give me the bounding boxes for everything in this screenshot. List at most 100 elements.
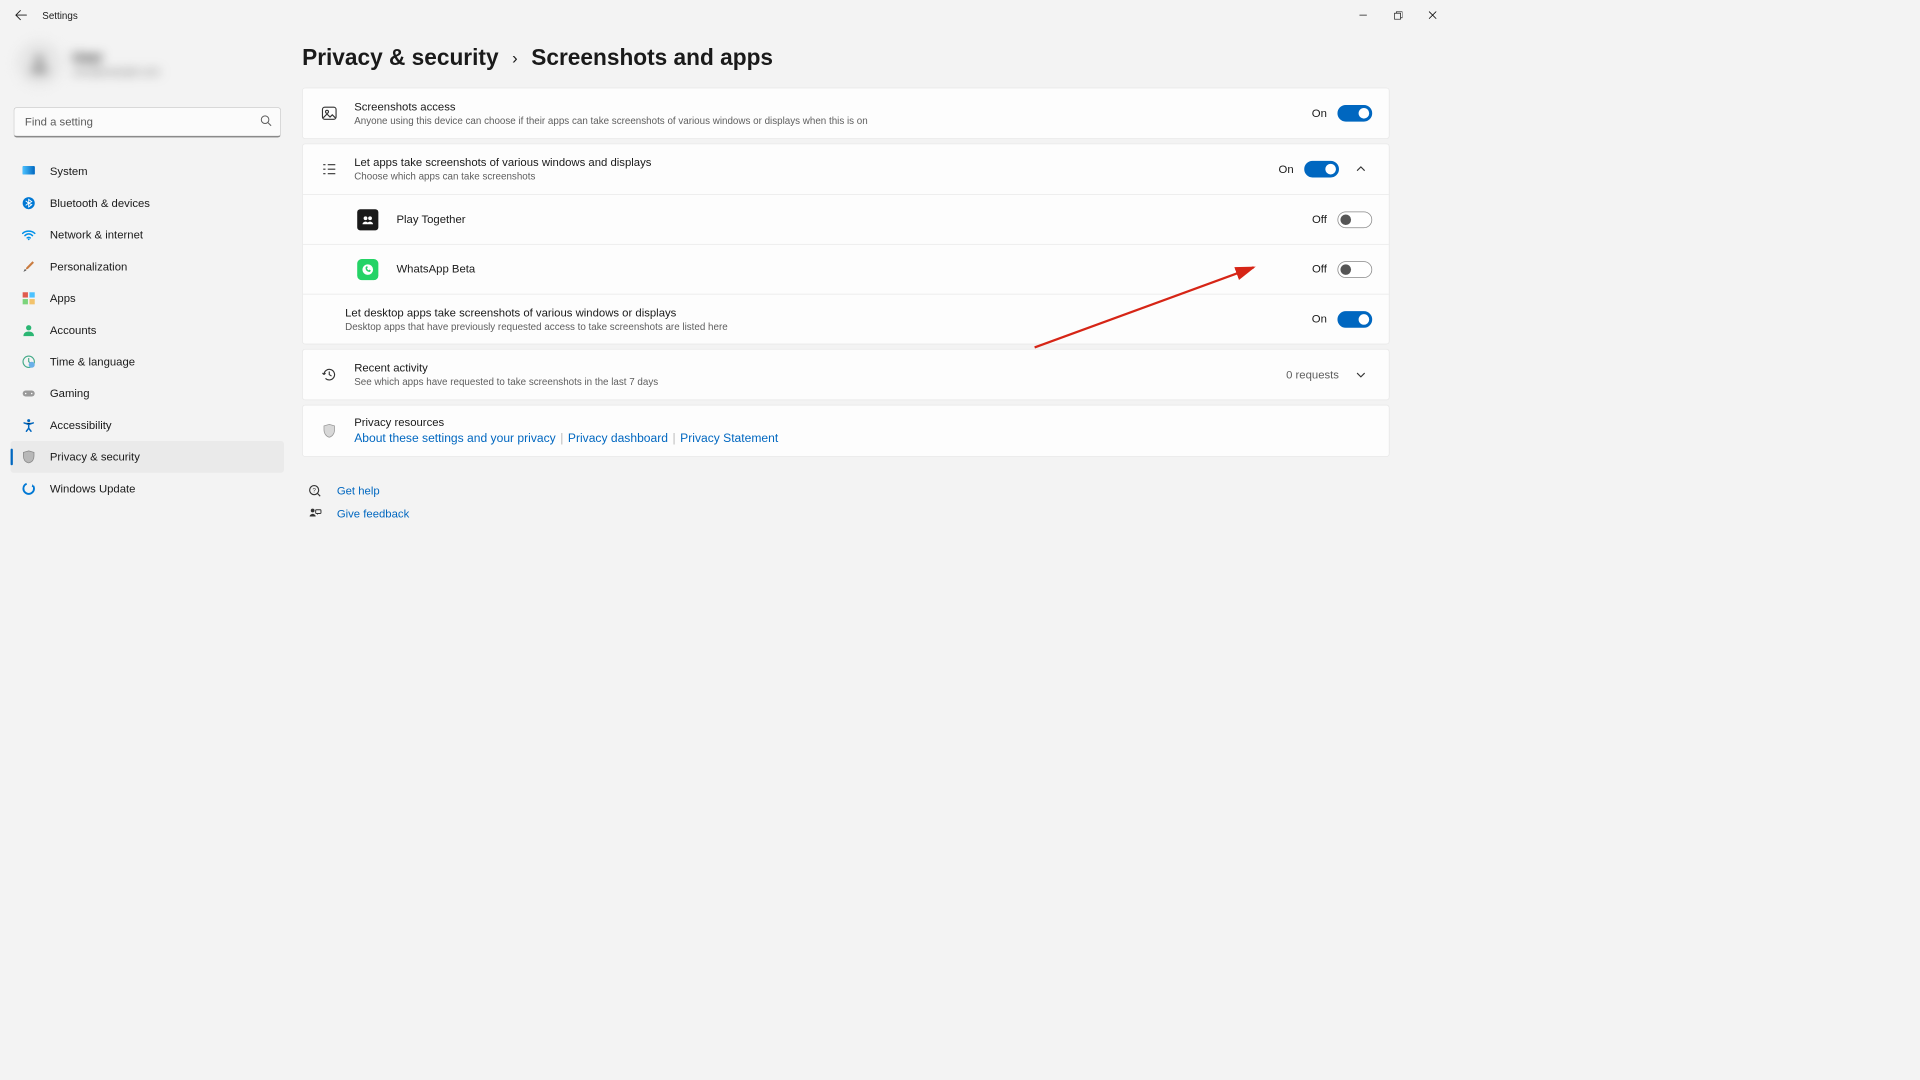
sidebar-item-system[interactable]: System [11, 156, 284, 188]
sidebar-item-label: Accounts [50, 324, 97, 337]
titlebar: Settings [0, 0, 1450, 30]
chevron-right-icon: › [512, 48, 518, 68]
sidebar-item-time-language[interactable]: Time & language [11, 346, 284, 378]
account-header[interactable]: User user@example.com [11, 30, 284, 107]
search-wrap [14, 107, 281, 137]
recent-activity-row[interactable]: Recent activity See which apps have requ… [303, 350, 1389, 400]
toggle-state: Off [1312, 263, 1327, 276]
arrow-left-icon [15, 9, 27, 21]
app-row-play-together: Play Together Off [303, 194, 1389, 244]
sidebar-item-accessibility[interactable]: Accessibility [11, 409, 284, 441]
link-about-settings[interactable]: About these settings and your privacy [354, 432, 556, 445]
play-together-toggle[interactable] [1337, 211, 1372, 228]
row-title: Recent activity [354, 362, 1271, 375]
back-button[interactable] [9, 3, 33, 27]
person-icon [21, 322, 36, 337]
app-icon-play-together [357, 209, 378, 230]
app-name: WhatsApp Beta [396, 263, 1296, 276]
get-help-link[interactable]: ? Get help [302, 480, 1389, 503]
sidebar-item-accounts[interactable]: Accounts [11, 314, 284, 346]
feedback-icon [307, 507, 324, 521]
toggle-state: On [1279, 163, 1294, 176]
chevron-down-icon [1356, 369, 1367, 380]
screenshots-access-toggle[interactable] [1337, 105, 1372, 122]
main-content: Privacy & security › Screenshots and app… [295, 30, 1450, 815]
link-privacy-dashboard[interactable]: Privacy dashboard [568, 432, 668, 445]
row-title: Let apps take screenshots of various win… [354, 156, 1263, 169]
sidebar-item-label: Apps [50, 292, 76, 305]
app-name: Play Together [396, 213, 1296, 226]
sidebar-item-label: Time & language [50, 355, 135, 368]
let-desktop-toggle[interactable] [1337, 311, 1372, 328]
whatsapp-toggle[interactable] [1337, 261, 1372, 278]
sidebar-item-privacy-security[interactable]: Privacy & security [11, 441, 284, 473]
expand-button[interactable] [1350, 363, 1373, 386]
minimize-button[interactable] [1346, 3, 1381, 27]
row-subtitle: Anyone using this device can choose if t… [354, 115, 1296, 126]
breadcrumb-parent[interactable]: Privacy & security [302, 45, 498, 71]
user-icon [26, 51, 52, 77]
shield-icon [21, 449, 36, 464]
paintbrush-icon [21, 259, 36, 274]
card-screenshots-access: Screenshots access Anyone using this dev… [302, 88, 1389, 139]
row-title: Privacy resources [354, 416, 1372, 429]
gamepad-icon [21, 386, 36, 401]
monitor-icon [21, 164, 36, 179]
photo-icon [319, 105, 339, 122]
sidebar-item-label: Accessibility [50, 419, 112, 432]
sidebar-item-label: Windows Update [50, 482, 136, 495]
account-name: User [72, 50, 159, 66]
get-help-label: Get help [337, 484, 380, 497]
close-icon [1429, 11, 1437, 19]
bluetooth-icon [21, 196, 36, 211]
chevron-up-icon [1356, 164, 1367, 175]
history-icon [319, 366, 339, 383]
minimize-icon [1359, 11, 1367, 19]
expand-button[interactable] [1350, 158, 1373, 181]
row-subtitle: Choose which apps can take screenshots [354, 171, 1263, 182]
give-feedback-link[interactable]: Give feedback [302, 502, 1389, 525]
shield-outline-icon [319, 423, 339, 440]
wifi-icon [21, 227, 36, 242]
app-row-whatsapp: WhatsApp Beta Off [303, 244, 1389, 294]
toggle-state: On [1312, 107, 1327, 120]
card-let-apps: Let apps take screenshots of various win… [302, 143, 1389, 344]
sidebar-item-bluetooth[interactable]: Bluetooth & devices [11, 187, 284, 219]
search-icon [260, 114, 272, 130]
update-icon [21, 481, 36, 496]
sidebar-item-apps[interactable]: Apps [11, 282, 284, 314]
close-button[interactable] [1415, 3, 1450, 27]
globe-clock-icon [21, 354, 36, 369]
maximize-button[interactable] [1381, 3, 1416, 27]
toggle-state: Off [1312, 213, 1327, 226]
list-check-icon [319, 161, 339, 178]
row-title: Screenshots access [354, 100, 1296, 113]
row-subtitle: See which apps have requested to take sc… [354, 376, 1271, 387]
nav-list: System Bluetooth & devices Network & int… [11, 153, 284, 505]
link-privacy-statement[interactable]: Privacy Statement [680, 432, 778, 445]
window-controls [1346, 3, 1450, 27]
account-email: user@example.com [72, 66, 159, 77]
search-input[interactable] [14, 107, 281, 137]
sidebar-item-label: Bluetooth & devices [50, 197, 150, 210]
svg-text:?: ? [312, 488, 316, 494]
accessibility-icon [21, 418, 36, 433]
requests-count: 0 requests [1286, 368, 1339, 381]
let-desktop-row: Let desktop apps take screenshots of var… [303, 294, 1389, 344]
sidebar-item-label: Privacy & security [50, 450, 140, 463]
help-icon: ? [307, 484, 324, 498]
sidebar-item-label: System [50, 165, 88, 178]
avatar [17, 41, 62, 86]
let-apps-toggle[interactable] [1304, 161, 1339, 178]
row-subtitle: Desktop apps that have previously reques… [345, 321, 1297, 332]
sidebar-item-gaming[interactable]: Gaming [11, 378, 284, 410]
page-title: Screenshots and apps [531, 45, 773, 71]
let-apps-row[interactable]: Let apps take screenshots of various win… [303, 144, 1389, 194]
sidebar-item-personalization[interactable]: Personalization [11, 251, 284, 283]
app-icon-whatsapp [357, 259, 378, 280]
sidebar-item-label: Gaming [50, 387, 90, 400]
row-title: Let desktop apps take screenshots of var… [345, 306, 1297, 319]
toggle-state: On [1312, 313, 1327, 326]
sidebar-item-windows-update[interactable]: Windows Update [11, 473, 284, 505]
sidebar-item-network[interactable]: Network & internet [11, 219, 284, 251]
